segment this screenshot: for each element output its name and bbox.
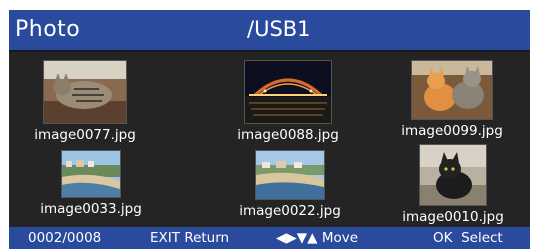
move-hint: ◀▶▼▲ Move <box>276 230 358 246</box>
thumbnail-item[interactable]: image0088.jpg <box>202 60 374 143</box>
thumbnail-caption: image0033.jpg <box>40 201 142 217</box>
move-action-label: Move <box>321 230 359 246</box>
cat-on-blanket-icon <box>43 60 127 124</box>
beach-town-icon <box>61 150 121 198</box>
two-cats-icon <box>411 60 493 120</box>
coast-town-icon <box>255 150 325 200</box>
footer-bar: 0002/0008 EXIT Return ◀▶▼▲ Move OK Selec… <box>9 227 530 249</box>
thumbnail-item[interactable]: image0099.jpg <box>366 60 538 139</box>
header-bar: Photo /USB1 <box>9 10 530 52</box>
exit-action-label: Return <box>184 230 230 246</box>
thumbnail-item[interactable]: image0010.jpg <box>367 144 539 225</box>
page-counter: 0002/0008 <box>28 230 102 246</box>
thumbnail-item[interactable]: image0077.jpg <box>0 60 171 143</box>
photo-browser-window: Photo /USB1 image0077.jpg image0088.jpg … <box>9 10 530 249</box>
black-cat-icon <box>419 144 487 206</box>
ok-action-label: Select <box>461 230 503 246</box>
thumbnail-grid: image0077.jpg image0088.jpg image0099.jp… <box>9 52 530 225</box>
screen-title: Photo <box>15 17 81 42</box>
thumbnail-caption: image0088.jpg <box>237 127 339 143</box>
ok-key-label: OK <box>433 230 453 246</box>
thumbnail-caption: image0077.jpg <box>34 127 136 143</box>
arrow-keys-icon: ◀▶▼▲ <box>276 230 318 246</box>
current-path: /USB1 <box>247 17 311 41</box>
bridge-at-night-icon <box>244 60 332 124</box>
thumbnail-item[interactable]: image0033.jpg <box>5 150 177 217</box>
exit-key-label: EXIT <box>150 230 181 246</box>
thumbnail-caption: image0010.jpg <box>402 209 504 225</box>
thumbnail-item[interactable]: image0022.jpg <box>204 150 376 219</box>
exit-hint: EXIT Return <box>150 230 229 246</box>
thumbnail-caption: image0022.jpg <box>239 203 341 219</box>
ok-hint: OK Select <box>433 230 503 246</box>
thumbnail-caption: image0099.jpg <box>401 123 503 139</box>
